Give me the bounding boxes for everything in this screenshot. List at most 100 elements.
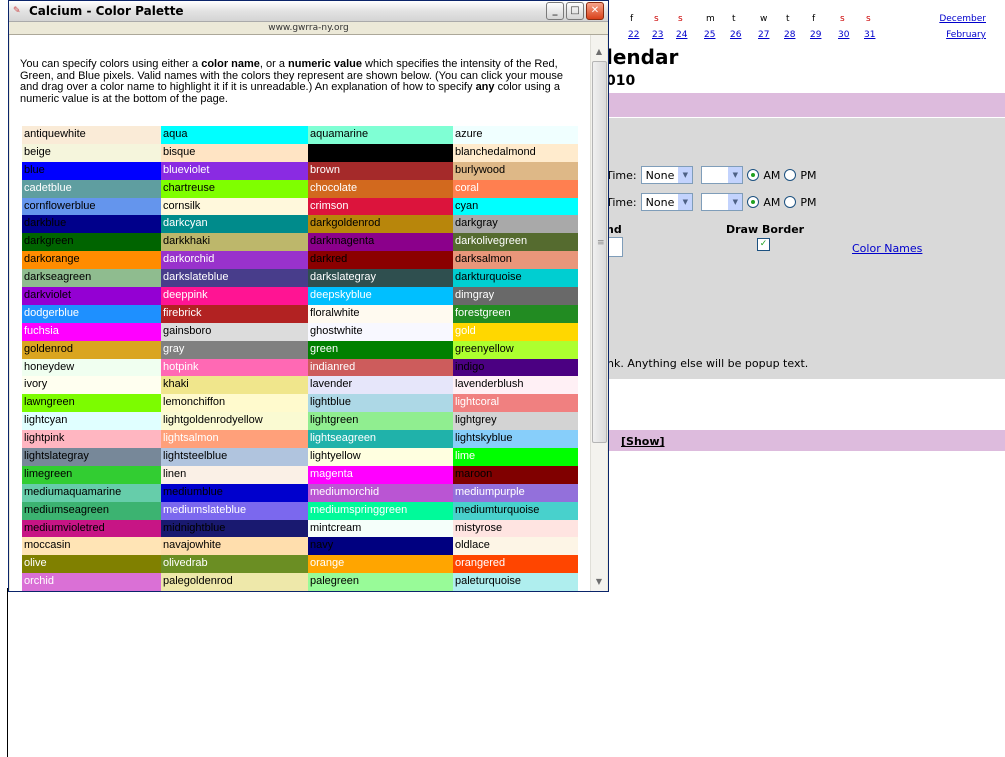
- draw-border-checkbox[interactable]: ✓: [757, 238, 770, 251]
- color-swatch-cyan[interactable]: cyan: [453, 197, 578, 216]
- color-swatch-green[interactable]: green: [308, 340, 453, 359]
- color-swatch-navy[interactable]: navy: [308, 537, 453, 556]
- vertical-scrollbar[interactable]: ▲ ≡ ▼: [590, 35, 607, 591]
- color-swatch-honeydew[interactable]: honeydew: [22, 358, 161, 377]
- color-swatch-lightslategray[interactable]: lightslategray: [22, 448, 161, 466]
- color-swatch-coral[interactable]: coral: [453, 179, 578, 198]
- color-swatch-darkgreen[interactable]: darkgreen: [22, 233, 161, 252]
- color-swatch-lightcoral[interactable]: lightcoral: [453, 394, 578, 413]
- color-swatch-blanchedalmond[interactable]: blanchedalmond: [453, 143, 578, 162]
- color-swatch-lightsteelblue[interactable]: lightsteelblue: [161, 448, 308, 466]
- scroll-up-icon[interactable]: ▲: [592, 45, 606, 59]
- date-link[interactable]: 26: [730, 30, 741, 40]
- color-swatch-cadetblue[interactable]: cadetblue: [22, 179, 161, 198]
- minimize-button[interactable]: _: [546, 2, 564, 20]
- color-swatch-maroon[interactable]: maroon: [453, 465, 578, 484]
- color-swatch-khaki[interactable]: khaki: [161, 376, 308, 395]
- color-swatch-mediumspringgreen[interactable]: mediumspringgreen: [308, 501, 453, 520]
- color-swatch-mediumseagreen[interactable]: mediumseagreen: [22, 501, 161, 520]
- color-swatch-limegreen[interactable]: limegreen: [22, 465, 161, 484]
- maximize-button[interactable]: □: [566, 2, 584, 20]
- color-swatch-ghostwhite[interactable]: ghostwhite: [308, 322, 453, 341]
- color-swatch-darkorange[interactable]: darkorange: [22, 251, 161, 270]
- date-link[interactable]: 30: [838, 30, 849, 40]
- color-swatch-mediumpurple[interactable]: mediumpurple: [453, 483, 578, 502]
- end-hour-select[interactable]: None ▼: [640, 193, 694, 211]
- color-swatch-lightgrey[interactable]: lightgrey: [453, 412, 578, 431]
- color-swatch-mistyrose[interactable]: mistyrose: [453, 519, 578, 538]
- scroll-down-icon[interactable]: ▼: [592, 575, 606, 589]
- color-swatch-darkviolet[interactable]: darkviolet: [22, 287, 161, 305]
- color-swatch-cornsilk[interactable]: cornsilk: [161, 197, 308, 216]
- color-swatch-deeppink[interactable]: deeppink: [161, 287, 308, 305]
- color-swatch-mediumvioletred[interactable]: mediumvioletred: [22, 519, 161, 538]
- color-swatch-darkgoldenrod[interactable]: darkgoldenrod: [308, 215, 453, 234]
- color-swatch-darkblue[interactable]: darkblue: [22, 215, 161, 234]
- color-swatch-orangered[interactable]: orangered: [453, 555, 578, 574]
- show-link[interactable]: [Show]: [621, 435, 665, 448]
- color-swatch-blueviolet[interactable]: blueviolet: [161, 161, 308, 180]
- color-swatch-deepskyblue[interactable]: deepskyblue: [308, 287, 453, 305]
- color-swatch-linen[interactable]: linen: [161, 465, 308, 484]
- color-swatch-darkturquoise[interactable]: darkturquoise: [453, 269, 578, 288]
- color-swatch-dodgerblue[interactable]: dodgerblue: [22, 304, 161, 323]
- color-swatch-navajowhite[interactable]: navajowhite: [161, 537, 308, 556]
- color-swatch-hotpink[interactable]: hotpink: [161, 358, 308, 377]
- end-am-radio[interactable]: [747, 196, 760, 208]
- color-swatch-midnightblue[interactable]: midnightblue: [161, 519, 308, 538]
- color-swatch-lightblue[interactable]: lightblue: [308, 394, 453, 413]
- start-hour-select[interactable]: None ▼: [640, 166, 694, 184]
- scroll-thumb[interactable]: ≡: [592, 61, 607, 443]
- date-link[interactable]: 25: [704, 30, 715, 40]
- color-swatch-forestgreen[interactable]: forestgreen: [453, 304, 578, 323]
- color-swatch-azure[interactable]: azure: [453, 126, 578, 144]
- color-swatch-orange[interactable]: orange: [308, 555, 453, 574]
- color-swatch-mediumblue[interactable]: mediumblue: [161, 483, 308, 502]
- color-swatch-greenyellow[interactable]: greenyellow: [453, 340, 578, 359]
- color-swatch-lightgreen[interactable]: lightgreen: [308, 412, 453, 431]
- color-swatch-palegreen[interactable]: palegreen: [308, 573, 453, 591]
- color-swatch-aquamarine[interactable]: aquamarine: [308, 126, 453, 144]
- prev-month-link[interactable]: December: [939, 14, 986, 24]
- color-swatch-darkcyan[interactable]: darkcyan: [161, 215, 308, 234]
- color-swatch-antiquewhite[interactable]: antiquewhite: [22, 126, 161, 144]
- color-swatch-lightgoldenrodyellow[interactable]: lightgoldenrodyellow: [161, 412, 308, 431]
- start-pm-radio[interactable]: [784, 169, 797, 181]
- color-swatch-darkgray[interactable]: darkgray: [453, 215, 578, 234]
- color-swatch-lightpink[interactable]: lightpink: [22, 430, 161, 449]
- color-swatch-lime[interactable]: lime: [453, 448, 578, 466]
- end-pm-radio[interactable]: [784, 196, 797, 208]
- color-swatch-darkseagreen[interactable]: darkseagreen: [22, 269, 161, 288]
- next-month-link[interactable]: February: [946, 30, 986, 40]
- color-swatch-burlywood[interactable]: burlywood: [453, 161, 578, 180]
- color-swatch-darksalmon[interactable]: darksalmon: [453, 251, 578, 270]
- color-swatch-darkolivegreen[interactable]: darkolivegreen: [453, 233, 578, 252]
- date-link[interactable]: 23: [652, 30, 663, 40]
- color-swatch-palegoldenrod[interactable]: palegoldenrod: [161, 573, 308, 591]
- color-swatch-darkmagenta[interactable]: darkmagenta: [308, 233, 453, 252]
- color-swatch-goldenrod[interactable]: goldenrod: [22, 340, 161, 359]
- color-swatch-darkslategray[interactable]: darkslategray: [308, 269, 453, 288]
- color-swatch-crimson[interactable]: crimson: [308, 197, 453, 216]
- start-minute-select[interactable]: ▼: [701, 166, 744, 184]
- color-swatch-black[interactable]: black: [308, 143, 453, 162]
- color-swatch-floralwhite[interactable]: floralwhite: [308, 304, 453, 323]
- color-swatch-lavenderblush[interactable]: lavenderblush: [453, 376, 578, 395]
- color-swatch-ivory[interactable]: ivory: [22, 376, 161, 395]
- color-swatch-lawngreen[interactable]: lawngreen: [22, 394, 161, 413]
- color-swatch-lightcyan[interactable]: lightcyan: [22, 412, 161, 431]
- color-swatch-beige[interactable]: beige: [22, 143, 161, 162]
- color-swatch-bisque[interactable]: bisque: [161, 143, 308, 162]
- color-swatch-dimgray[interactable]: dimgray: [453, 287, 578, 305]
- color-swatch-lavender[interactable]: lavender: [308, 376, 453, 395]
- date-link[interactable]: 28: [784, 30, 795, 40]
- color-swatch-chartreuse[interactable]: chartreuse: [161, 179, 308, 198]
- date-link[interactable]: 31: [864, 30, 875, 40]
- color-swatch-gray[interactable]: gray: [161, 340, 308, 359]
- color-swatch-chocolate[interactable]: chocolate: [308, 179, 453, 198]
- color-swatch-aqua[interactable]: aqua: [161, 126, 308, 144]
- color-swatch-olive[interactable]: olive: [22, 555, 161, 574]
- color-swatch-darkkhaki[interactable]: darkkhaki: [161, 233, 308, 252]
- color-swatch-indigo[interactable]: indigo: [453, 358, 578, 377]
- color-swatch-fuchsia[interactable]: fuchsia: [22, 322, 161, 341]
